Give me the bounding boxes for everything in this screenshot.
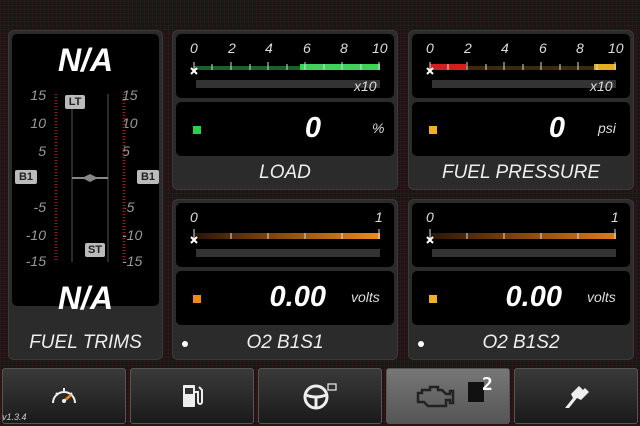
o2-b1s1-bar-area: 0 1 bbox=[176, 203, 394, 267]
engine-badge: 2 bbox=[482, 374, 493, 395]
fuel-pressure-bar-area: 0 2 4 6 8 10 x10 bbox=[412, 34, 630, 98]
long-term-trim-value: N/A bbox=[57, 42, 114, 78]
nav-steering-button[interactable] bbox=[258, 368, 382, 424]
o2-b1s2-scale-1: 1 bbox=[611, 209, 619, 225]
st-tag: ST bbox=[85, 243, 105, 257]
nav-fuel-nozzle-button[interactable] bbox=[514, 368, 638, 424]
load-indicator bbox=[193, 126, 201, 134]
fuel-pressure-unit: psi bbox=[598, 120, 616, 136]
load-label: LOAD bbox=[259, 162, 311, 183]
short-term-trim-value: N/A bbox=[57, 280, 114, 316]
speedometer-icon bbox=[52, 388, 76, 404]
engine-icon bbox=[416, 382, 484, 408]
fuel-pressure-scale-0: 0 bbox=[426, 40, 434, 56]
load-panel: 0 2 4 6 8 10 x10 0 % LOAD bbox=[172, 30, 398, 190]
load-multiplier: x10 bbox=[354, 78, 377, 94]
load-value: 0 bbox=[304, 112, 321, 144]
fuel-pressure-scale-10: 10 bbox=[608, 40, 624, 56]
b1-tag-left: B1 bbox=[15, 170, 37, 184]
load-unit: % bbox=[372, 120, 385, 136]
o2-b1s2-label: O2 B1S2 bbox=[482, 332, 560, 353]
steering-wheel-icon bbox=[303, 383, 337, 410]
load-bar-area: 0 2 4 6 8 10 x10 bbox=[176, 34, 394, 98]
o2-b1s2-value: 0.00 bbox=[505, 281, 562, 313]
o2-b1s1-value: 0.00 bbox=[269, 281, 326, 313]
fuel-trims-label: FUEL TRIMS bbox=[29, 332, 142, 353]
o2-b1s1-label: O2 B1S1 bbox=[246, 332, 324, 353]
fuel-pressure-panel: 0 2 4 6 8 10 x10 0 psi FUEL PRESSURE bbox=[408, 30, 634, 190]
o2-b1s1-scale-0: 0 bbox=[190, 209, 198, 225]
nav-engine-button[interactable]: 2 bbox=[386, 368, 510, 424]
fuel-pressure-value: 0 bbox=[548, 112, 565, 144]
fuel-pressure-indicator bbox=[429, 126, 437, 134]
load-scale-6: 6 bbox=[303, 40, 311, 56]
load-scale-4: 4 bbox=[265, 40, 273, 56]
o2-b1s1-panel: 0 1 0.00 volts O2 B1S1 bbox=[172, 199, 398, 360]
fuel-pressure-scale-8: 8 bbox=[576, 40, 584, 56]
o2-b1s2-indicator bbox=[429, 295, 437, 303]
o2-b1s1-bar bbox=[190, 229, 380, 257]
trim-gauge-graphic bbox=[54, 94, 126, 262]
o2-b1s2-panel: 0 1 0.00 volts O2 B1S2 bbox=[408, 199, 634, 360]
o2-b1s2-bar-area: 0 1 bbox=[412, 203, 630, 267]
load-scale-0: 0 bbox=[190, 40, 198, 56]
fuel-pressure-multiplier: x10 bbox=[590, 78, 613, 94]
o2-b1s1-indicator bbox=[193, 295, 201, 303]
o2-b1s1-scale-1: 1 bbox=[375, 209, 383, 225]
fuel-pressure-scale-4: 4 bbox=[501, 40, 509, 56]
o2-b1s2-bar bbox=[426, 229, 616, 257]
fuel-pressure-value-area: 0 psi bbox=[412, 102, 630, 156]
nav-fuel-button[interactable] bbox=[130, 368, 254, 424]
load-scale-8: 8 bbox=[340, 40, 348, 56]
o2-b1s2-scale-0: 0 bbox=[426, 209, 434, 225]
fuel-pressure-scale-6: 6 bbox=[539, 40, 547, 56]
lt-tag: LT bbox=[65, 95, 85, 109]
load-scale-10: 10 bbox=[372, 40, 388, 56]
o2-b1s2-unit: volts bbox=[587, 289, 616, 305]
o2-b1s1-unit: volts bbox=[351, 289, 380, 305]
fuel-pump-icon bbox=[183, 385, 203, 407]
fuel-pressure-scale-2: 2 bbox=[464, 40, 472, 56]
o2-b1s2-value-area: 0.00 volts bbox=[412, 271, 630, 325]
b1-tag-right: B1 bbox=[137, 170, 159, 184]
version-label: v1.3.4 bbox=[2, 412, 27, 422]
fuel-pressure-label: FUEL PRESSURE bbox=[441, 162, 601, 183]
load-scale-2: 2 bbox=[228, 40, 236, 56]
fuel-nozzle-icon bbox=[565, 386, 589, 408]
o2-b1s1-value-area: 0.00 volts bbox=[176, 271, 394, 325]
load-value-area: 0 % bbox=[176, 102, 394, 156]
